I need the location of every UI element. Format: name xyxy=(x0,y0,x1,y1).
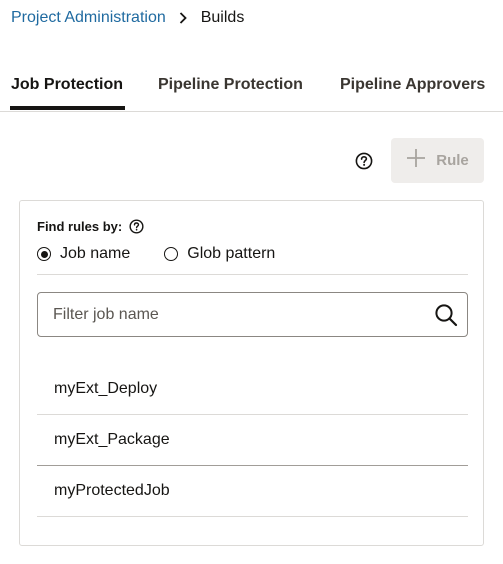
tab-pipeline-approvers[interactable]: Pipeline Approvers xyxy=(340,76,485,94)
chevron-right-icon xyxy=(179,12,187,24)
job-name: myProtectedJob xyxy=(54,482,170,499)
job-list: myExt_Deploy myExt_Package myProtectedJo… xyxy=(37,364,468,517)
radio-glob-pattern[interactable]: Glob pattern xyxy=(164,245,275,263)
radio-job-name-label: Job name xyxy=(60,245,131,262)
find-rules-label: Find rules by: xyxy=(37,219,144,234)
job-name: myExt_Package xyxy=(54,431,170,448)
filter-job-name-input[interactable] xyxy=(51,304,415,325)
radio-unchecked-icon xyxy=(164,247,179,261)
radio-checked-icon xyxy=(37,247,51,261)
radio-glob-pattern-label: Glob pattern xyxy=(187,245,276,262)
job-name: myExt_Deploy xyxy=(54,380,158,397)
tab-job-protection[interactable]: Job Protection xyxy=(11,76,123,94)
add-rule-button[interactable]: Rule xyxy=(391,138,484,183)
plus-icon xyxy=(406,146,426,172)
help-icon[interactable] xyxy=(129,219,144,234)
active-tab-indicator xyxy=(10,106,125,110)
radio-job-name[interactable]: Job name xyxy=(37,245,130,263)
tab-bar: Job Protection Pipeline Protection Pipel… xyxy=(0,66,503,112)
find-rules-text: Find rules by: xyxy=(37,219,123,234)
breadcrumb-current: Builds xyxy=(200,9,245,26)
help-icon[interactable] xyxy=(355,152,373,170)
divider xyxy=(37,274,468,275)
list-item[interactable]: myProtectedJob xyxy=(37,466,468,517)
filter-search-field xyxy=(37,292,468,337)
list-item[interactable]: myExt_Deploy xyxy=(37,364,468,415)
breadcrumb-project-administration[interactable]: Project Administration xyxy=(11,9,166,27)
search-icon[interactable] xyxy=(434,303,458,332)
breadcrumb: Project Administration Builds xyxy=(11,6,244,30)
add-rule-label: Rule xyxy=(436,152,469,169)
rules-panel: Find rules by: Job name Glob pattern Fil… xyxy=(19,200,484,546)
find-by-radio-group: Job name Glob pattern xyxy=(37,245,275,263)
list-item[interactable]: myExt_Package xyxy=(37,415,468,466)
tab-pipeline-protection[interactable]: Pipeline Protection xyxy=(158,76,303,94)
